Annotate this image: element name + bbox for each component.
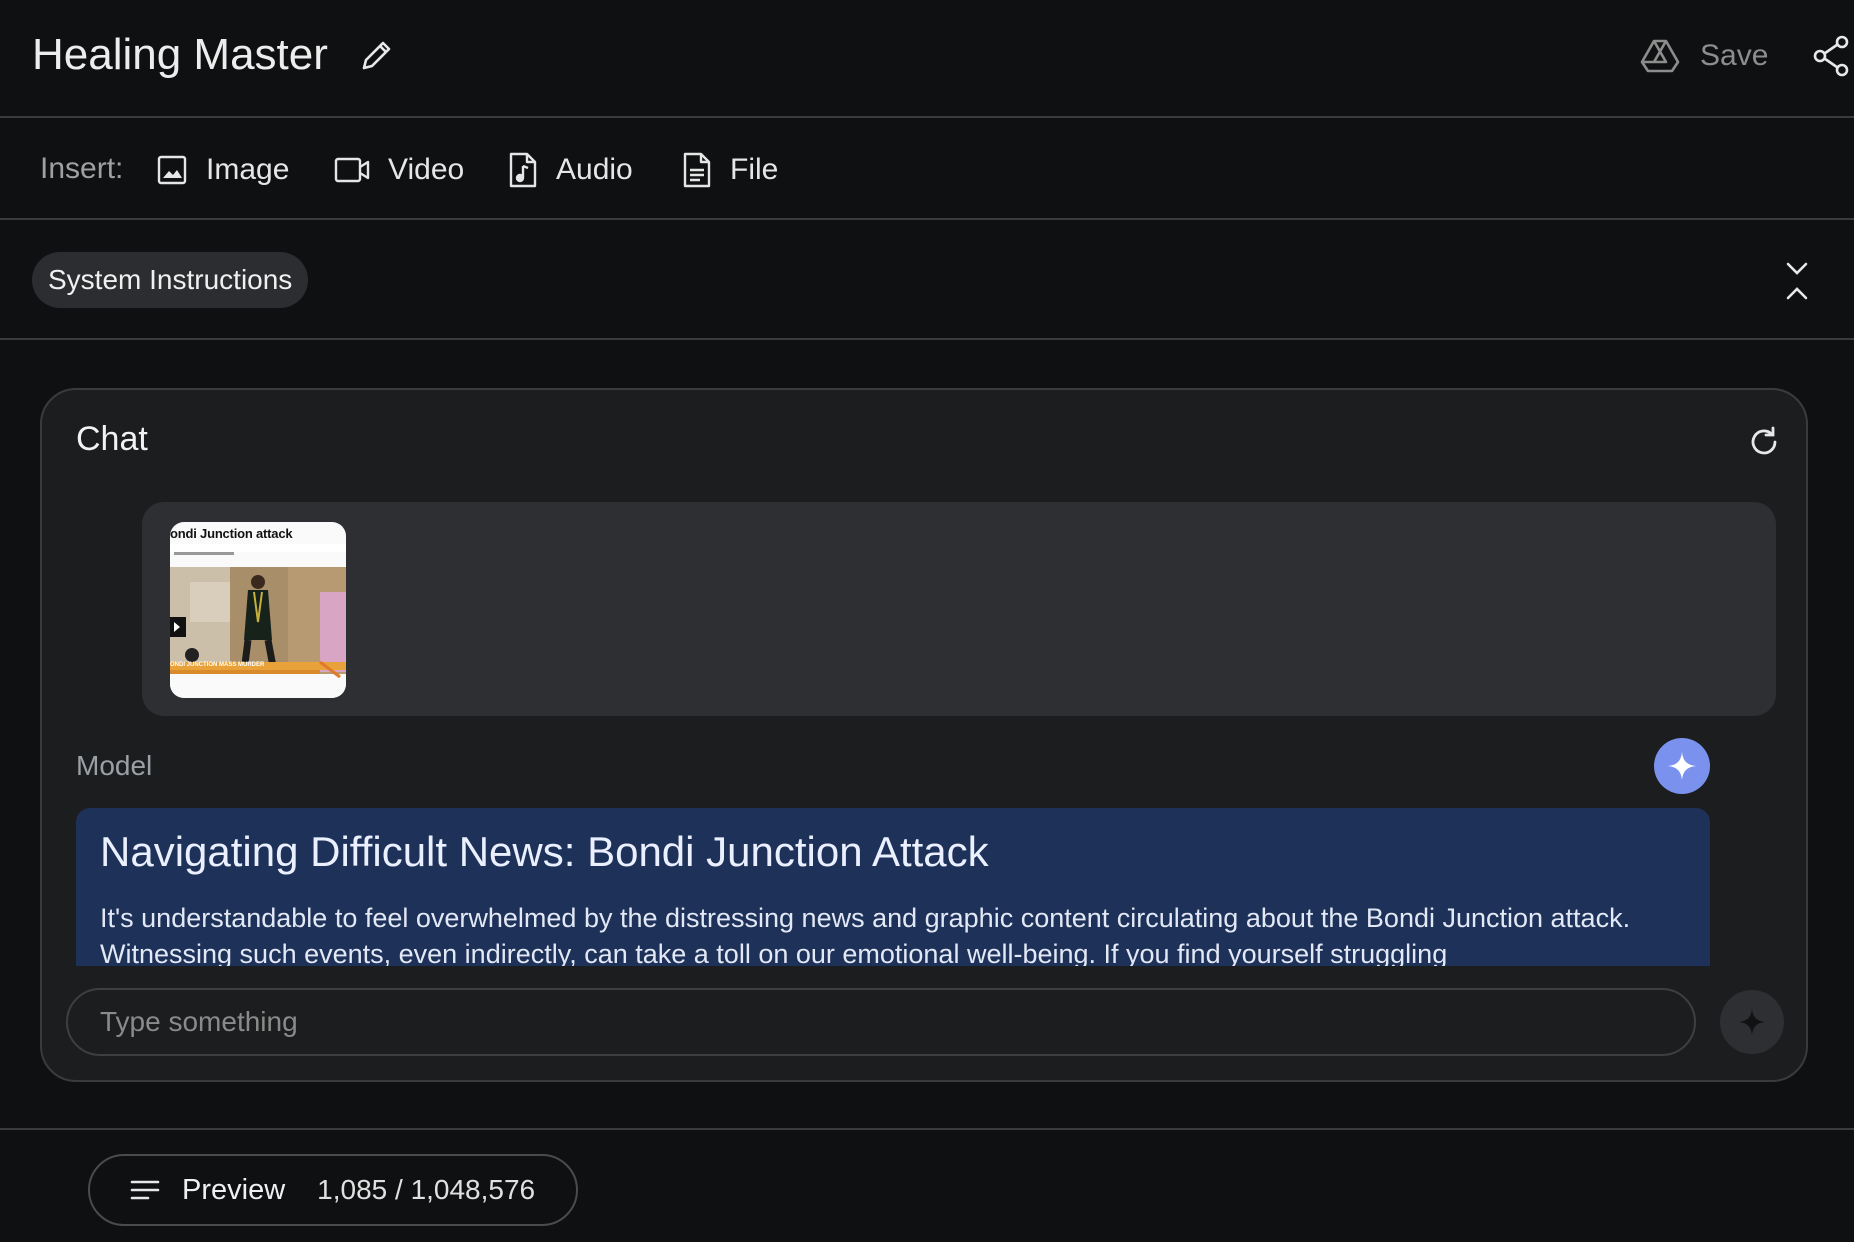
preview-label: Preview [182, 1173, 286, 1206]
header-bar: Healing Master Save [0, 0, 1854, 118]
insert-toolbar: Insert: Image Video Audio File [0, 120, 1854, 220]
chat-panel: Chat ondi Junction attack ONDI JUNCTION … [40, 388, 1808, 1082]
file-icon [683, 152, 711, 188]
share-button[interactable] [1812, 34, 1852, 78]
menu-lines-icon [130, 1180, 160, 1200]
model-avatar [1654, 738, 1710, 794]
insert-file-button[interactable]: File [682, 146, 778, 194]
insert-label: Insert: [40, 152, 124, 185]
run-button[interactable] [1720, 990, 1784, 1054]
video-icon [334, 157, 370, 183]
collapse-toggle-button[interactable] [1776, 258, 1818, 304]
pencil-icon [362, 41, 391, 70]
model-response: Navigating Difficult News: Bondi Junctio… [76, 808, 1710, 966]
insert-video-button[interactable]: Video [334, 146, 464, 194]
response-heading: Navigating Difficult News: Bondi Junctio… [100, 828, 989, 875]
insert-audio-label: Audio [556, 153, 633, 186]
drive-icon [1640, 39, 1680, 73]
save-label: Save [1700, 39, 1769, 72]
image-icon [157, 155, 187, 185]
chat-message-input[interactable] [66, 988, 1696, 1056]
system-instructions-chip[interactable]: System Instructions [32, 252, 309, 308]
refresh-icon [1751, 426, 1777, 455]
footer-divider [0, 1128, 1854, 1130]
chat-title: Chat [76, 420, 148, 458]
user-message: ondi Junction attack ONDI JUNCTION MASS … [142, 502, 1776, 716]
audio-file-icon [509, 152, 537, 188]
insert-image-button[interactable]: Image [156, 146, 289, 194]
video-thumbnail[interactable]: ondi Junction attack ONDI JUNCTION MASS … [170, 522, 346, 698]
insert-file-label: File [730, 153, 779, 186]
save-button[interactable]: Save [1640, 32, 1768, 80]
response-body: It's understandable to feel overwhelmed … [100, 903, 1631, 966]
system-instructions-row: System Instructions [0, 222, 1854, 340]
refresh-button[interactable] [1746, 424, 1782, 460]
preview-button[interactable]: Preview 1,085 / 1,048,576 [88, 1154, 578, 1226]
thumbnail-scene [170, 544, 346, 698]
model-label: Model [76, 750, 153, 781]
prompt-title: Healing Master [32, 30, 328, 79]
insert-image-label: Image [206, 153, 290, 186]
sparkle-icon [1738, 1008, 1766, 1036]
insert-video-label: Video [388, 153, 465, 186]
token-count: 1,085 / 1,048,576 [317, 1174, 536, 1205]
thumbnail-banner: ONDI JUNCTION MASS MURDER [170, 662, 265, 668]
sparkle-icon [1668, 752, 1696, 780]
insert-audio-button[interactable]: Audio [508, 146, 633, 194]
edit-title-button[interactable] [356, 36, 396, 76]
share-icon [1813, 35, 1849, 77]
collapse-expand-icon [1786, 262, 1808, 300]
